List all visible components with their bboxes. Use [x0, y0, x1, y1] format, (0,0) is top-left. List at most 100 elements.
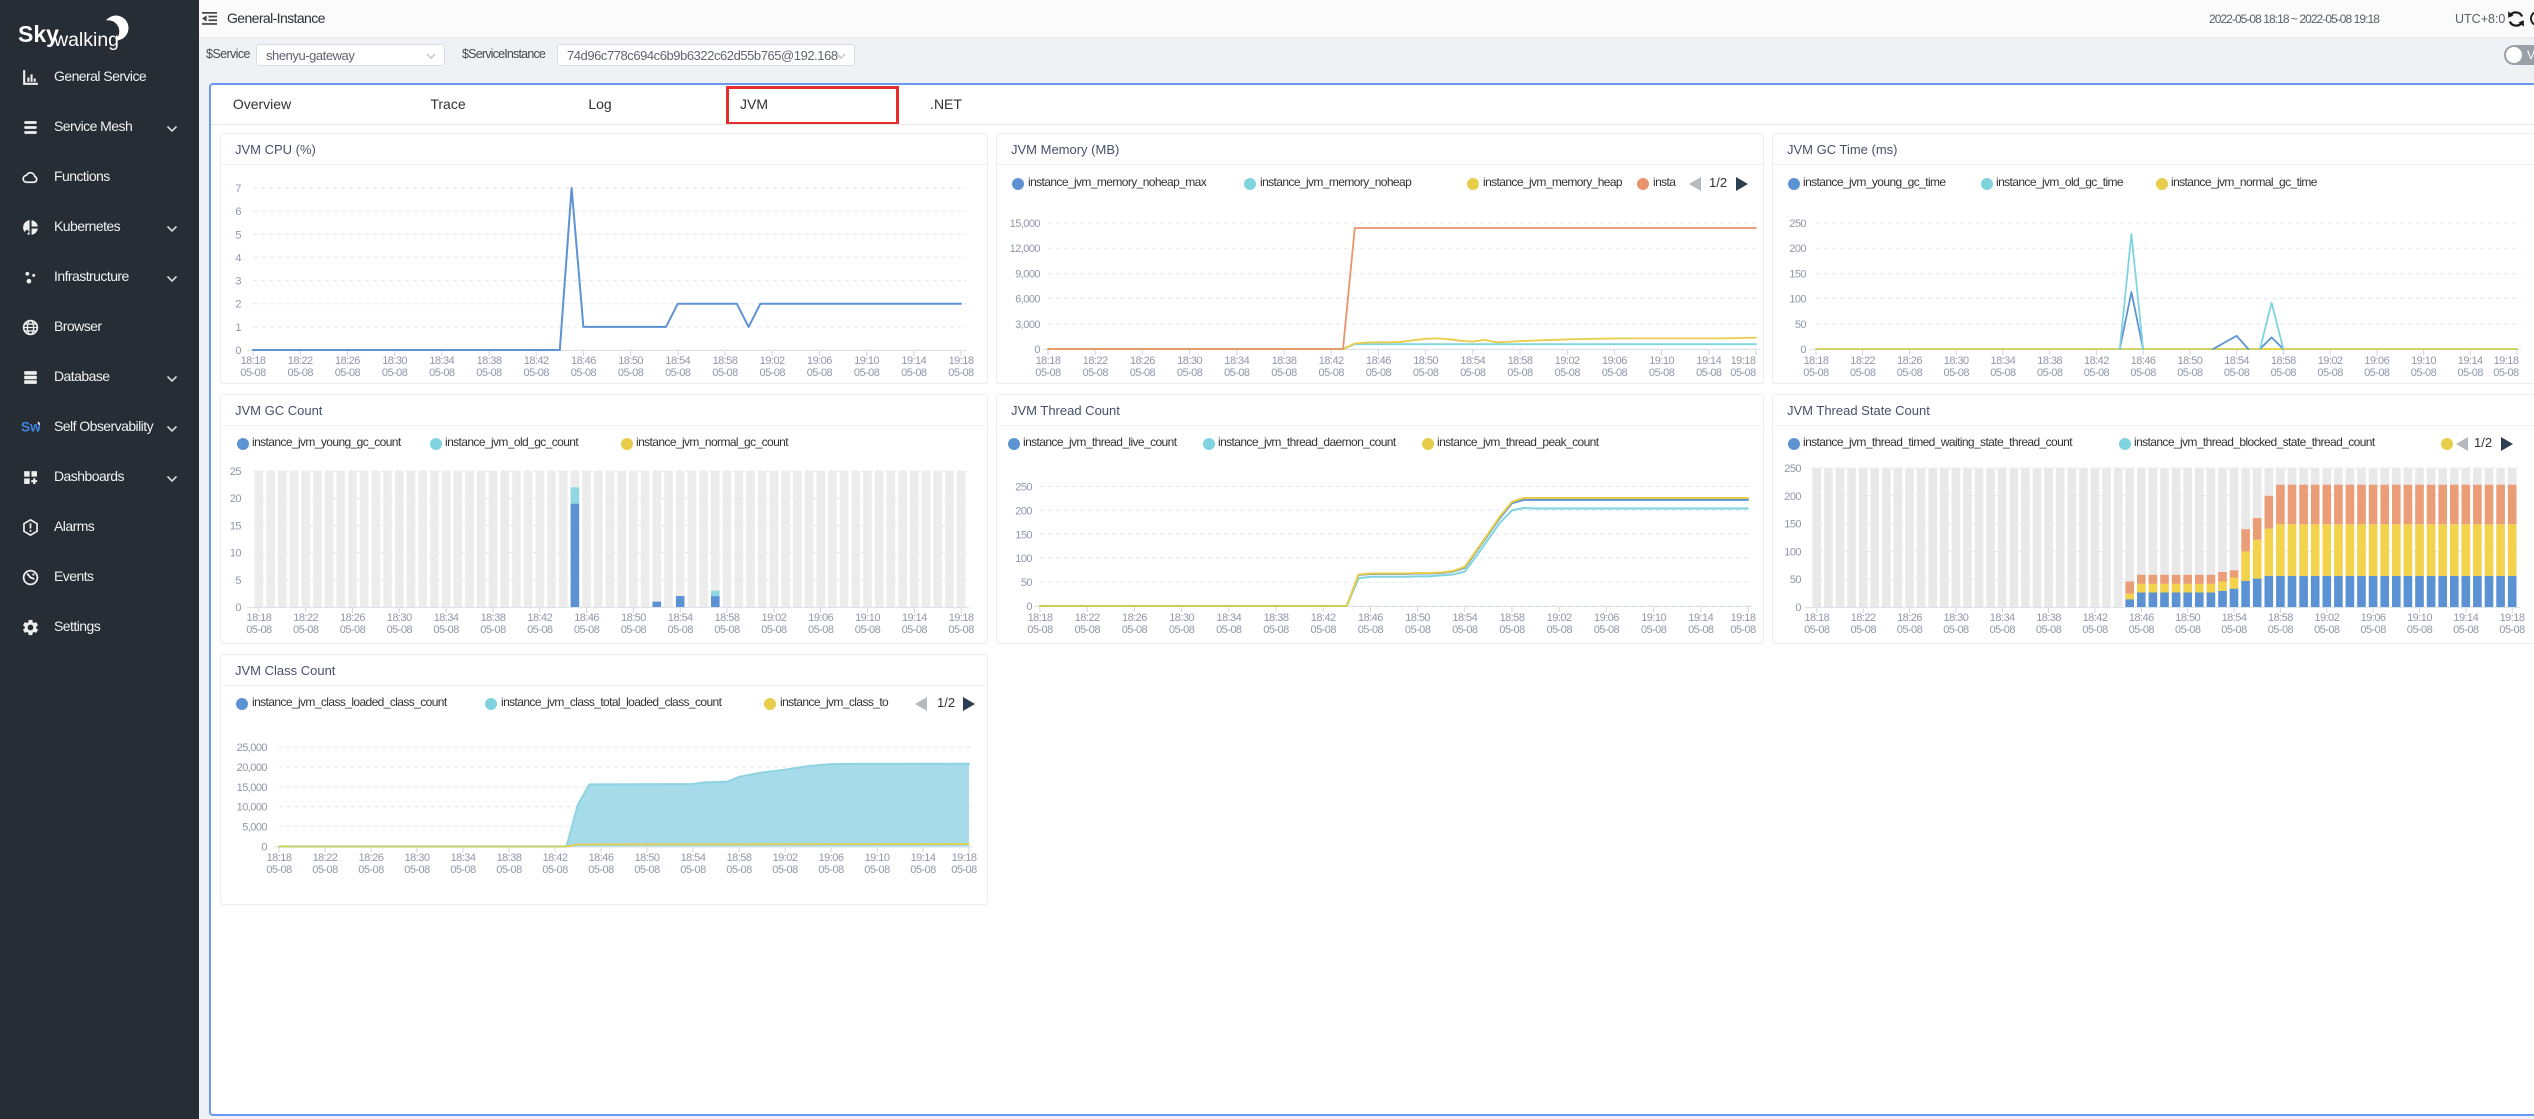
- svg-text:15,000: 15,000: [237, 782, 268, 794]
- svg-text:18:22: 18:22: [1075, 612, 1100, 624]
- svg-text:100: 100: [1789, 294, 1806, 306]
- svg-text:18:38: 18:38: [1272, 355, 1297, 367]
- svg-text:05-08: 05-08: [476, 367, 502, 379]
- svg-text:05-08: 05-08: [901, 367, 927, 379]
- svg-text:05-08: 05-08: [1216, 624, 1242, 636]
- svg-text:18:18: 18:18: [267, 852, 292, 864]
- svg-text:18:26: 18:26: [340, 612, 365, 624]
- svg-text:05-08: 05-08: [1555, 367, 1581, 379]
- svg-text:05-08: 05-08: [1851, 624, 1877, 636]
- svg-text:1: 1: [235, 322, 241, 334]
- svg-text:18:50: 18:50: [1413, 355, 1438, 367]
- svg-text:05-08: 05-08: [714, 624, 740, 636]
- svg-text:05-08: 05-08: [404, 864, 430, 876]
- svg-text:19:18: 19:18: [949, 612, 974, 624]
- svg-text:20: 20: [230, 493, 242, 505]
- svg-text:19:10: 19:10: [865, 852, 890, 864]
- svg-text:18:26: 18:26: [335, 355, 360, 367]
- svg-text:05-08: 05-08: [1083, 367, 1109, 379]
- svg-text:05-08: 05-08: [1460, 367, 1486, 379]
- svg-text:05-08: 05-08: [2271, 367, 2297, 379]
- svg-text:18:18: 18:18: [1036, 355, 1061, 367]
- svg-text:05-08: 05-08: [1027, 624, 1053, 636]
- svg-text:200: 200: [1784, 491, 1801, 503]
- svg-text:05-08: 05-08: [1547, 624, 1573, 636]
- svg-text:18:50: 18:50: [1405, 612, 1430, 624]
- svg-text:150: 150: [1015, 529, 1032, 541]
- svg-text:05-08: 05-08: [1944, 367, 1970, 379]
- svg-text:18:18: 18:18: [241, 355, 266, 367]
- svg-text:18:42: 18:42: [2083, 612, 2108, 624]
- svg-text:18:26: 18:26: [1897, 355, 1922, 367]
- svg-text:05-08: 05-08: [2224, 367, 2250, 379]
- svg-text:05-08: 05-08: [2364, 367, 2390, 379]
- svg-text:19:14: 19:14: [902, 612, 927, 624]
- svg-text:15: 15: [230, 520, 242, 532]
- svg-text:05-08: 05-08: [450, 864, 476, 876]
- svg-text:19:18: 19:18: [2494, 355, 2519, 367]
- svg-text:05-08: 05-08: [335, 367, 361, 379]
- svg-text:200: 200: [1789, 243, 1806, 255]
- svg-text:19:18: 19:18: [1731, 355, 1756, 367]
- svg-text:18:34: 18:34: [434, 612, 459, 624]
- svg-text:20,000: 20,000: [237, 762, 268, 774]
- svg-text:18:46: 18:46: [2131, 355, 2156, 367]
- svg-text:19:02: 19:02: [1555, 355, 1580, 367]
- svg-text:18:50: 18:50: [635, 852, 660, 864]
- svg-text:50: 50: [1790, 574, 1802, 586]
- svg-text:05-08: 05-08: [2268, 624, 2294, 636]
- svg-text:05-08: 05-08: [1602, 367, 1628, 379]
- svg-text:18:26: 18:26: [1897, 612, 1922, 624]
- svg-text:05-08: 05-08: [1594, 624, 1620, 636]
- svg-text:6: 6: [235, 206, 241, 218]
- svg-text:18:50: 18:50: [618, 355, 643, 367]
- svg-text:18:18: 18:18: [1804, 612, 1829, 624]
- svg-text:19:18: 19:18: [949, 355, 974, 367]
- svg-text:05-08: 05-08: [761, 624, 787, 636]
- svg-text:05-08: 05-08: [312, 864, 338, 876]
- svg-text:05-08: 05-08: [496, 864, 522, 876]
- svg-text:Sky: Sky: [18, 21, 59, 47]
- svg-text:18:42: 18:42: [524, 355, 549, 367]
- svg-text:18:46: 18:46: [1366, 355, 1391, 367]
- svg-text:18:46: 18:46: [571, 355, 596, 367]
- svg-text:100: 100: [1015, 553, 1032, 565]
- svg-text:19:10: 19:10: [1649, 355, 1674, 367]
- svg-text:50: 50: [1795, 319, 1807, 331]
- svg-text:05-08: 05-08: [1311, 624, 1337, 636]
- svg-text:05-08: 05-08: [1405, 624, 1431, 636]
- svg-text:19:02: 19:02: [2318, 355, 2343, 367]
- svg-text:18:38: 18:38: [2037, 355, 2062, 367]
- svg-text:05-08: 05-08: [2453, 624, 2479, 636]
- svg-text:18:34: 18:34: [1224, 355, 1249, 367]
- svg-text:18:58: 18:58: [715, 612, 740, 624]
- svg-text:05-08: 05-08: [807, 367, 833, 379]
- svg-text:05-08: 05-08: [855, 624, 881, 636]
- svg-text:18:58: 18:58: [2271, 355, 2296, 367]
- svg-text:6,000: 6,000: [1015, 294, 1040, 306]
- svg-text:05-08: 05-08: [1263, 624, 1289, 636]
- svg-text:19:06: 19:06: [1602, 355, 1627, 367]
- svg-text:18:22: 18:22: [288, 355, 313, 367]
- svg-text:05-08: 05-08: [1177, 367, 1203, 379]
- svg-text:5,000: 5,000: [242, 822, 267, 834]
- svg-text:19:10: 19:10: [2407, 612, 2432, 624]
- svg-text:05-08: 05-08: [2082, 624, 2108, 636]
- svg-text:05-08: 05-08: [902, 624, 928, 636]
- svg-text:05-08: 05-08: [358, 864, 384, 876]
- svg-text:Sw: Sw: [21, 420, 40, 435]
- svg-text:18:42: 18:42: [2084, 355, 2109, 367]
- svg-text:18:22: 18:22: [1083, 355, 1108, 367]
- svg-text:05-08: 05-08: [382, 367, 408, 379]
- svg-text:19:06: 19:06: [1594, 612, 1619, 624]
- svg-text:18:34: 18:34: [429, 355, 454, 367]
- svg-text:12,000: 12,000: [1010, 243, 1041, 255]
- svg-text:05-08: 05-08: [2036, 624, 2062, 636]
- svg-text:18:46: 18:46: [589, 852, 614, 864]
- svg-text:19:18: 19:18: [2500, 612, 2525, 624]
- svg-text:3,000: 3,000: [1015, 319, 1040, 331]
- svg-text:05-08: 05-08: [1696, 367, 1722, 379]
- svg-text:18:50: 18:50: [621, 612, 646, 624]
- svg-text:18:30: 18:30: [1944, 612, 1969, 624]
- svg-text:18:34: 18:34: [1990, 612, 2015, 624]
